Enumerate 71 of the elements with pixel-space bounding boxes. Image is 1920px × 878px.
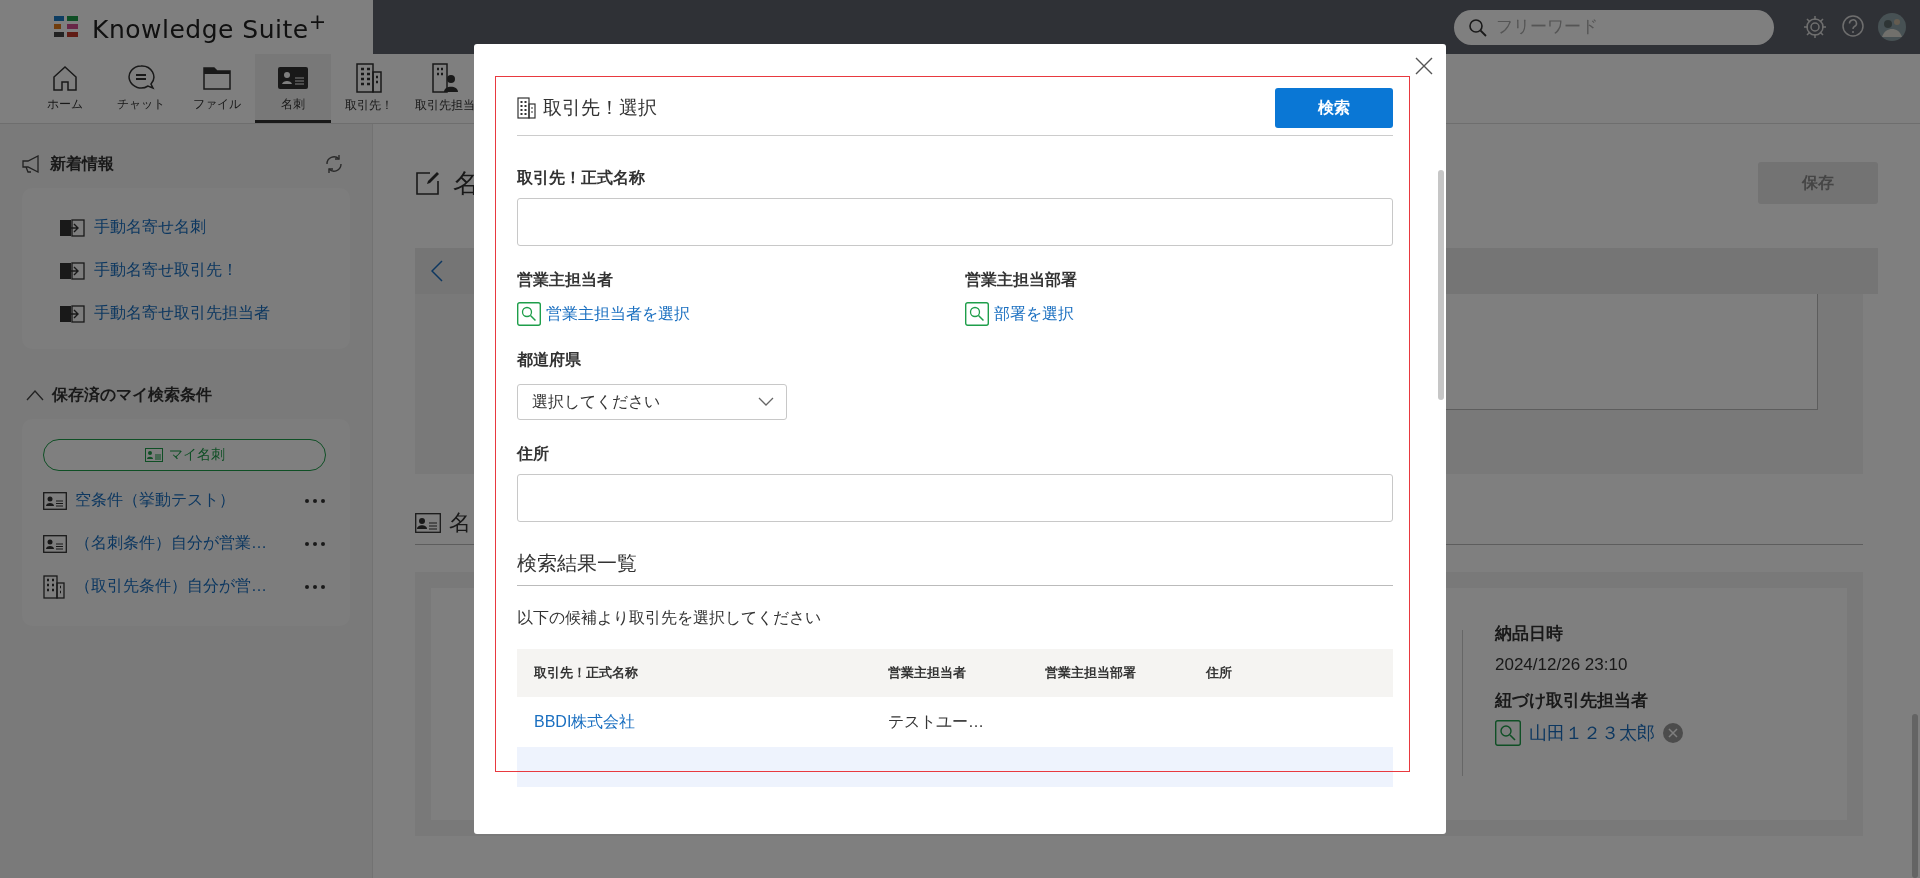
- clear-icon[interactable]: [1663, 723, 1683, 743]
- more-icon[interactable]: [304, 497, 326, 504]
- business-card-icon: [144, 448, 163, 462]
- nav-tab[interactable]: ファイル: [179, 54, 255, 123]
- field-label: 納品日時: [1495, 623, 1564, 645]
- business-card-icon: [43, 534, 67, 553]
- column-header: 住所: [1204, 664, 1233, 682]
- scrollbar[interactable]: [1438, 170, 1444, 400]
- field-label: 営業主担当部署: [965, 270, 1078, 290]
- saved-search-link[interactable]: （取引先条件）自分が営…: [75, 576, 296, 597]
- section-title: 名: [449, 509, 471, 537]
- input-field[interactable]: [517, 474, 1393, 522]
- field-label: 営業主担当者: [517, 270, 614, 290]
- select-link[interactable]: 営業主担当者を選択: [546, 303, 690, 325]
- nav-tab[interactable]: 取引先！: [331, 54, 407, 123]
- field-label: 取引先！正式名称: [517, 168, 646, 188]
- field-label: 紐づけ取引先担当者: [1495, 690, 1649, 712]
- news-link[interactable]: 手動名寄せ取引先！: [94, 260, 238, 281]
- field-label: 住所: [517, 444, 550, 464]
- merge-icon: [60, 217, 86, 238]
- avatar[interactable]: [1878, 13, 1906, 41]
- more-icon[interactable]: [304, 583, 326, 590]
- results-heading: 検索結果一覧: [517, 550, 1393, 586]
- nav-tab[interactable]: 名刺: [255, 54, 331, 123]
- chevron-up-icon[interactable]: [26, 389, 44, 401]
- nav-tab[interactable]: 取引先担当: [407, 54, 483, 123]
- column-header: 営業主担当者: [887, 664, 967, 682]
- input-field[interactable]: [517, 198, 1393, 246]
- section-title: 保存済のマイ検索条件: [52, 384, 212, 405]
- settings-icon[interactable]: [1802, 14, 1828, 40]
- contact-link[interactable]: 山田１２３太郎: [1529, 721, 1655, 745]
- section-title: 新着情報: [50, 153, 114, 174]
- business-card-icon: [415, 513, 441, 533]
- help-icon[interactable]: [1840, 14, 1866, 40]
- building-icon: [354, 61, 384, 94]
- saved-search-link[interactable]: （名刺条件）自分が営業…: [75, 533, 296, 554]
- column-header: 取引先！正式名称: [533, 664, 639, 682]
- my-card-button[interactable]: マイ名刺: [43, 439, 326, 471]
- search-icon[interactable]: [965, 302, 989, 326]
- select-link[interactable]: 部署を選択: [994, 303, 1074, 325]
- building-icon: [43, 574, 67, 599]
- news-link[interactable]: 手動名寄せ取引先担当者: [94, 303, 270, 324]
- company-link[interactable]: BBDI株式会社: [534, 712, 636, 730]
- table-cell-text: テストユー…: [887, 711, 985, 732]
- merge-icon: [60, 260, 86, 281]
- building-icon: [517, 97, 537, 119]
- logo-text: Knowledge Suite$^{+}$: [92, 9, 327, 45]
- more-icon[interactable]: [304, 540, 326, 547]
- search-button[interactable]: 検索: [1275, 88, 1393, 128]
- field-value: 2024/12/26 23:10: [1495, 655, 1629, 675]
- logo-icon: [54, 16, 78, 38]
- dialog-title: 取引先！選択: [543, 96, 657, 120]
- news-link[interactable]: 手動名寄せ名刺: [94, 217, 206, 238]
- building-person-icon: [430, 61, 460, 94]
- merge-icon: [60, 303, 86, 324]
- business-card-icon: [43, 491, 67, 510]
- scrollbar[interactable]: [1912, 714, 1918, 878]
- chevron-down-icon: [758, 397, 774, 407]
- close-icon[interactable]: [1415, 57, 1433, 75]
- field-label: 都道府県: [517, 350, 582, 370]
- prefecture-dropdown[interactable]: 選択してください: [517, 384, 787, 420]
- edit-icon: [415, 170, 441, 196]
- refresh-icon[interactable]: [324, 154, 344, 174]
- search-icon[interactable]: [517, 302, 541, 326]
- nav-tab[interactable]: ホーム: [27, 54, 103, 123]
- megaphone-icon: [22, 155, 42, 173]
- nav-tab[interactable]: チャット: [103, 54, 179, 123]
- search-icon[interactable]: [1495, 720, 1521, 746]
- saved-search-link[interactable]: 空条件（挙動テスト）: [75, 490, 296, 511]
- column-header: 営業主担当部署: [1044, 664, 1137, 682]
- instruction-text: 以下の候補より取引先を選択してください: [517, 608, 822, 628]
